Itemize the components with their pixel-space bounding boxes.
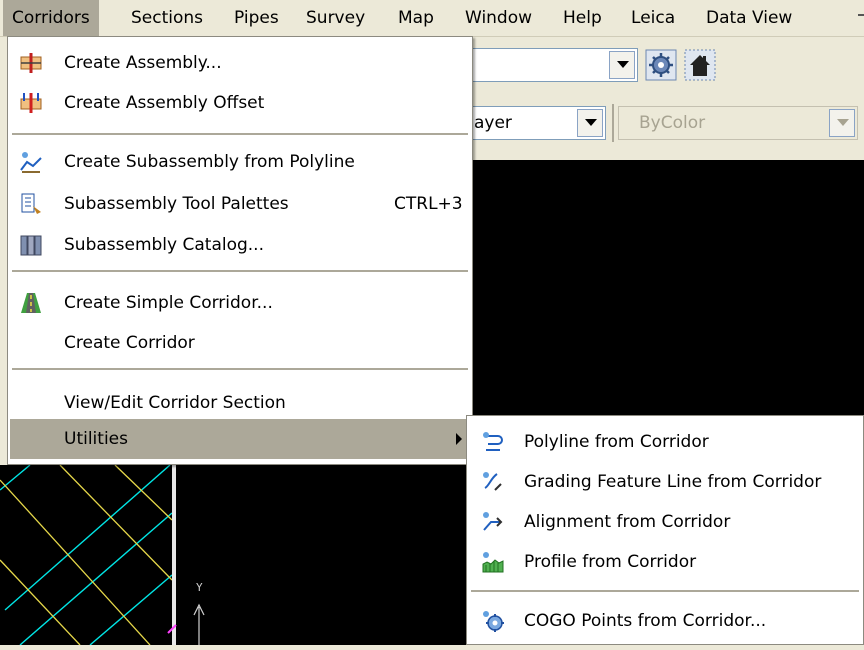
menu-item-grading-feature-line-from-corridor[interactable]: Grading Feature Line from Corridor [469, 462, 861, 502]
menu-item-create-assembly-offset[interactable]: Create Assembly Offset [10, 83, 470, 123]
menu-item-create-subassembly-from-polyline[interactable]: Create Subassembly from Polyline [10, 142, 470, 182]
menu-item-label: Alignment from Corridor [524, 512, 731, 532]
menu-item-alignment-from-corridor[interactable]: Alignment from Corridor [469, 502, 861, 542]
menu-help[interactable]: Help [554, 0, 611, 36]
assembly-icon [20, 53, 42, 73]
drawing-canvas-lower[interactable]: Y [0, 464, 466, 646]
menu-pipes[interactable]: Pipes [225, 0, 288, 36]
alignment-icon [483, 512, 503, 531]
menu-bar: Corridors Sections Pipes Survey Map Wind… [0, 0, 864, 37]
menu-sections[interactable]: Sections [122, 0, 212, 36]
menu-item-label: Subassembly Catalog... [64, 235, 264, 255]
menu-item-label: Polyline from Corridor [524, 432, 709, 452]
menu-separator [12, 368, 468, 370]
menu-survey[interactable]: Survey [297, 0, 374, 36]
color-combo: ByColor [618, 106, 858, 140]
color-combo-value: ByColor [639, 113, 706, 133]
chevron-down-icon[interactable] [577, 109, 603, 137]
chevron-down-icon[interactable] [609, 51, 635, 79]
menu-item-view-edit-corridor-section[interactable]: View/Edit Corridor Section [10, 383, 470, 423]
menu-item-label: Create Subassembly from Polyline [64, 152, 355, 172]
menu-corridors[interactable]: Corridors [3, 0, 99, 36]
menu-window[interactable]: Window [456, 0, 541, 36]
chevron-down-icon [829, 109, 855, 137]
menu-item-label: Create Simple Corridor... [64, 293, 273, 313]
tool-palettes-icon [21, 193, 41, 214]
menu-item-profile-from-corridor[interactable]: Profile from Corridor [469, 542, 861, 582]
menu-item-utilities[interactable]: Utilities [10, 419, 470, 459]
menu-separator [12, 133, 468, 135]
menu-data-view[interactable]: Data View [697, 0, 801, 36]
layer-combo-value: ayer [474, 113, 512, 133]
menu-item-create-assembly[interactable]: Create Assembly... [10, 43, 470, 83]
menu-item-shortcut: CTRL+3 [394, 194, 463, 214]
axis-y-label: Y [196, 581, 203, 594]
menu-separator [471, 590, 859, 592]
menu-item-label: Profile from Corridor [524, 552, 697, 572]
menu-leica[interactable]: Leica [622, 0, 684, 36]
toolbar-row-2: ayer ByColor [470, 94, 864, 158]
menu-item-cogo-points-from-corridor[interactable]: COGO Points from Corridor... [469, 601, 861, 641]
drawing-canvas[interactable] [470, 160, 864, 415]
toolbar-combo[interactable] [470, 48, 638, 82]
menu-item-label: COGO Points from Corridor... [524, 611, 767, 631]
menu-item-label: Utilities [64, 429, 128, 449]
menu-item-label: Create Assembly... [64, 53, 222, 73]
menu-item-label: Subassembly Tool Palettes [64, 194, 289, 214]
chevron-right-icon [456, 433, 462, 445]
menu-item-label: View/Edit Corridor Section [64, 393, 286, 413]
feature-line-icon [483, 472, 502, 491]
menu-item-label: Create Corridor [64, 333, 195, 353]
layer-combo[interactable]: ayer [470, 106, 606, 140]
utilities-submenu: Polyline from Corridor Grading Feature L… [466, 415, 864, 645]
toolbar-divider [612, 104, 614, 142]
corridors-menu: Create Assembly... Create Assembly Offse… [7, 36, 473, 465]
menu-item-subassembly-catalog[interactable]: Subassembly Catalog... [10, 225, 470, 265]
menu-item-create-corridor[interactable]: Create Corridor [10, 323, 470, 363]
menu-item-label: Grading Feature Line from Corridor [524, 472, 822, 492]
polyline-from-corridor-icon [483, 432, 503, 451]
drawing-linework: Y [0, 464, 205, 646]
settings-gear-icon[interactable] [645, 49, 677, 81]
simple-corridor-icon [21, 293, 41, 313]
toolbar-row-1 [470, 40, 864, 88]
menu-map[interactable]: Map [389, 0, 443, 36]
menu-separator [12, 270, 468, 272]
menu-item-create-simple-corridor[interactable]: Create Simple Corridor... [10, 283, 470, 323]
menu-item-polyline-from-corridor[interactable]: Polyline from Corridor [469, 422, 861, 462]
house-icon[interactable] [684, 49, 716, 81]
subassembly-polyline-icon [20, 152, 42, 173]
menu-item-label: Create Assembly Offset [64, 93, 265, 113]
menubar-grip [858, 14, 864, 16]
menu-item-subassembly-tool-palettes[interactable]: Subassembly Tool Palettes CTRL+3 [10, 184, 470, 224]
profile-icon [482, 552, 504, 573]
cogo-points-icon [483, 611, 504, 632]
catalog-icon [20, 235, 42, 256]
assembly-offset-icon [20, 93, 42, 113]
